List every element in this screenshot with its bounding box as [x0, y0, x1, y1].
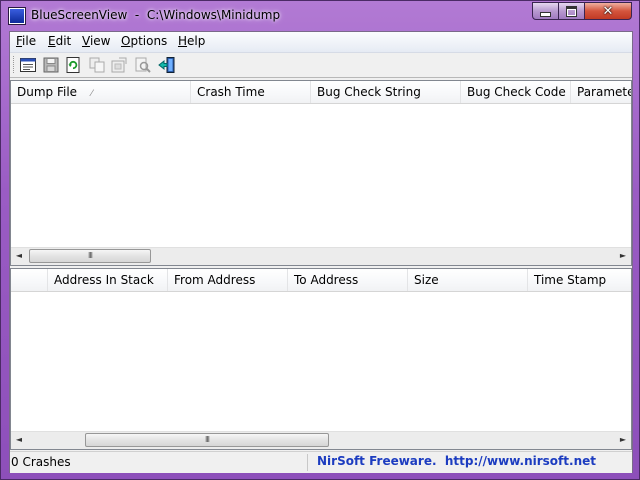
column-from-address[interactable]: From Address — [168, 269, 288, 291]
copy-icon[interactable] — [88, 56, 106, 74]
lower-horizontal-scrollbar[interactable]: ◄ III ► — [11, 431, 631, 449]
toolbar — [10, 53, 632, 78]
app-icon[interactable] — [9, 8, 25, 24]
upper-scroll-thumb[interactable]: III — [29, 249, 151, 263]
column-bug-check-string[interactable]: Bug Check String — [311, 81, 461, 103]
menu-edit-label: dit — [55, 34, 72, 48]
menu-bar: File Edit View Options Help — [10, 32, 632, 53]
window-title: BlueScreenView - C:\Windows\Minidump — [31, 8, 281, 22]
menu-edit-accel: E — [48, 34, 56, 48]
crash-list[interactable]: Dump File ⁄ Crash Time Bug Check String B… — [10, 80, 632, 266]
properties-icon[interactable] — [19, 56, 37, 74]
sort-indicator-icon: ⁄ — [91, 89, 93, 99]
status-bar: 0 Crashes NirSoft Freeware. http://www.n… — [10, 451, 632, 473]
maximize-icon — [566, 5, 577, 17]
column-time-stamp[interactable]: Time Stamp — [528, 269, 631, 291]
upper-scroll-grip: III — [87, 251, 93, 260]
close-button[interactable]: ✕ — [584, 2, 632, 20]
column-address-in-stack[interactable]: Address In Stack — [48, 269, 168, 291]
column-dump-file-label: Dump File — [17, 85, 78, 99]
refresh-icon[interactable] — [64, 56, 82, 74]
status-separator — [307, 454, 308, 471]
column-bug-check-code-label: Bug Check Code — [467, 85, 566, 99]
toolbar-grip[interactable] — [13, 56, 16, 73]
lower-scroll-thumb[interactable]: III — [85, 433, 329, 447]
column-size-label: Size — [414, 273, 439, 287]
stack-list-header: Address In Stack From Address To Address… — [11, 269, 631, 292]
report-icon[interactable] — [110, 56, 128, 74]
column-address-in-stack-label: Address In Stack — [54, 273, 154, 287]
menu-file-label: ile — [22, 34, 37, 48]
scroll-left-icon[interactable]: ◄ — [14, 435, 24, 445]
menu-options[interactable]: Options — [119, 34, 169, 48]
maximize-button[interactable] — [558, 2, 585, 20]
crash-list-header: Dump File ⁄ Crash Time Bug Check String B… — [11, 81, 631, 104]
column-dump-file[interactable]: Dump File ⁄ — [11, 81, 191, 103]
column-blank[interactable] — [11, 269, 48, 291]
minimize-button[interactable] — [532, 2, 559, 20]
column-to-address-label: To Address — [294, 273, 359, 287]
minimize-icon — [540, 11, 551, 17]
menu-help[interactable]: Help — [176, 34, 207, 48]
stack-list[interactable]: Address In Stack From Address To Address… — [10, 268, 632, 450]
client-area: File Edit View Options Help Dump File ⁄ … — [9, 31, 633, 473]
column-size[interactable]: Size — [408, 269, 528, 291]
menu-view-label: iew — [89, 34, 111, 48]
crash-count: 0 Crashes — [11, 455, 71, 469]
column-bug-check-string-label: Bug Check String — [317, 85, 421, 99]
column-crash-time-label: Crash Time — [197, 85, 265, 99]
menu-edit[interactable]: Edit — [46, 34, 73, 48]
column-parameter[interactable]: Parameter — [571, 81, 631, 103]
nirsoft-link[interactable]: NirSoft Freeware. http://www.nirsoft.net — [317, 454, 596, 468]
title-bar[interactable]: BlueScreenView - C:\Windows\Minidump ✕ — [1, 1, 639, 30]
column-crash-time[interactable]: Crash Time — [191, 81, 311, 103]
save-icon[interactable] — [42, 56, 60, 74]
menu-help-accel: H — [178, 34, 188, 48]
menu-help-label: elp — [187, 34, 206, 48]
app-window: BlueScreenView - C:\Windows\Minidump ✕ F… — [0, 0, 640, 480]
menu-view[interactable]: View — [80, 34, 112, 48]
lower-scroll-grip: III — [204, 435, 210, 444]
scroll-left-icon[interactable]: ◄ — [14, 251, 24, 261]
column-parameter-label: Parameter — [577, 85, 631, 99]
column-bug-check-code[interactable]: Bug Check Code — [461, 81, 571, 103]
close-icon: ✕ — [602, 3, 614, 19]
scroll-right-icon[interactable]: ► — [618, 251, 628, 261]
exit-icon[interactable] — [158, 56, 176, 74]
column-time-stamp-label: Time Stamp — [534, 273, 607, 287]
menu-options-label: ptions — [130, 34, 168, 48]
scroll-right-icon[interactable]: ► — [618, 435, 628, 445]
upper-horizontal-scrollbar[interactable]: ◄ III ► — [11, 247, 631, 265]
find-icon[interactable] — [134, 56, 152, 74]
column-to-address[interactable]: To Address — [288, 269, 408, 291]
column-from-address-label: From Address — [174, 273, 256, 287]
menu-file[interactable]: File — [14, 34, 38, 48]
menu-view-accel: V — [82, 34, 90, 48]
